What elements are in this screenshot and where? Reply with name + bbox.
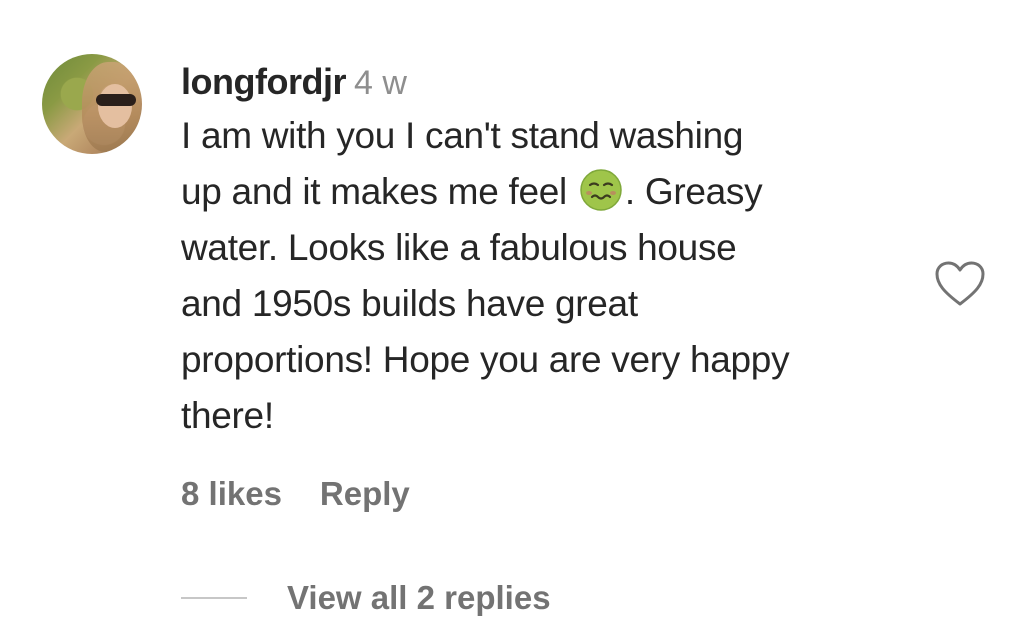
comment-content: longfordjr 4 w I am with you I can't stan…	[181, 60, 941, 444]
like-button[interactable]	[934, 260, 986, 308]
avatar-sunglasses	[96, 94, 136, 106]
heart-outline-icon	[935, 261, 985, 306]
comment-text-segment: proportions! Hope you are very happy	[181, 339, 790, 380]
comment-actions: 8 likes Reply	[181, 474, 410, 514]
replies-divider	[181, 597, 247, 599]
comment-line: and 1950s builds have great	[181, 276, 941, 332]
avatar-face	[98, 84, 132, 128]
comment-text: I am with you I can't stand washing up a…	[181, 108, 941, 444]
comment-line: up and it makes me feel . Greasy	[181, 164, 941, 220]
likes-count[interactable]: 8 likes	[181, 475, 282, 512]
comment-text-segment: . Greasy	[624, 171, 763, 212]
comment-line: water. Looks like a fabulous house	[181, 220, 941, 276]
username-link[interactable]: longfordjr	[181, 61, 346, 102]
comment-line: proportions! Hope you are very happy	[181, 332, 941, 388]
comment-item: longfordjr 4 w I am with you I can't stan…	[0, 0, 1024, 636]
view-replies-button[interactable]: View all 2 replies	[287, 579, 551, 617]
comment-text-segment: up and it makes me feel	[181, 171, 577, 212]
comment-line: I am with you I can't stand washing	[181, 108, 941, 164]
view-replies-row: View all 2 replies	[181, 576, 551, 620]
comment-header: longfordjr 4 w	[181, 60, 941, 105]
comment-text-segment: and 1950s builds have great	[181, 283, 638, 324]
avatar[interactable]	[42, 54, 142, 154]
nauseated-face-icon	[580, 169, 622, 211]
reply-button[interactable]: Reply	[320, 475, 410, 512]
comment-line: there!	[181, 388, 941, 444]
comment-text-segment: I am with you I can't stand washing	[181, 115, 744, 156]
comment-text-segment: water. Looks like a fabulous house	[181, 227, 737, 268]
timestamp[interactable]: 4 w	[354, 64, 407, 102]
comment-text-segment: there!	[181, 395, 274, 436]
